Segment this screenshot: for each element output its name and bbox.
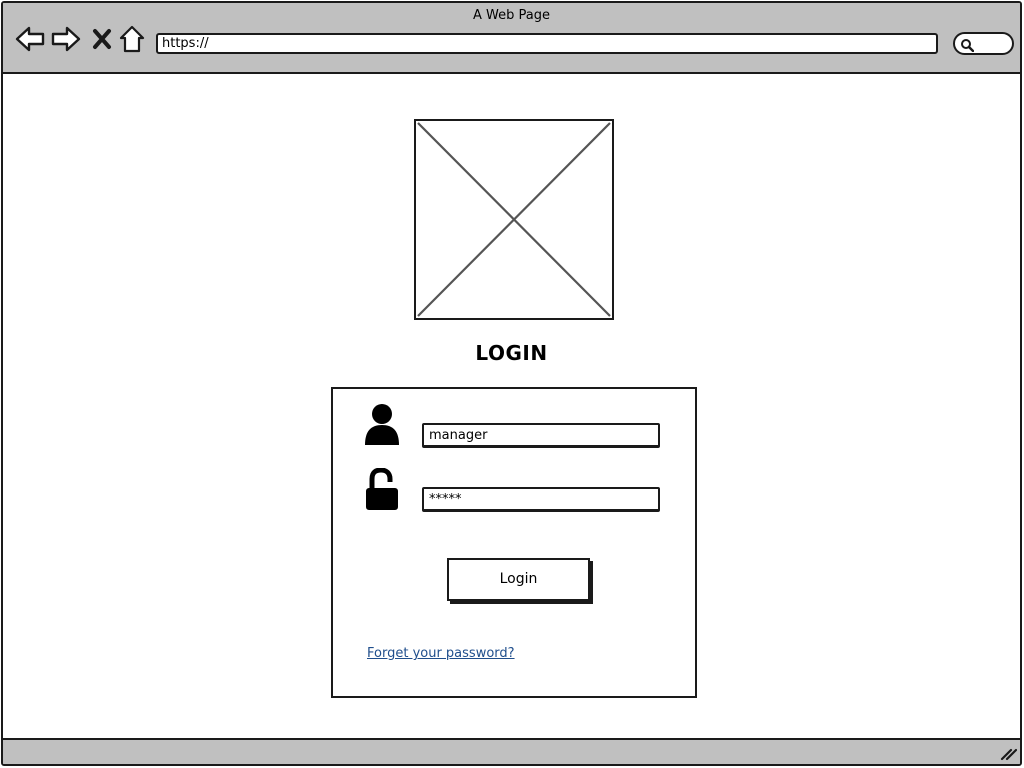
forgot-password-link[interactable]: Forget your password? <box>367 646 515 661</box>
address-bar[interactable]: https:// <box>156 33 938 54</box>
stop-button[interactable] <box>86 23 118 55</box>
forward-button[interactable] <box>50 23 82 55</box>
search-icon <box>961 39 974 52</box>
arrow-left-icon <box>15 26 45 52</box>
status-bar <box>3 738 1020 764</box>
home-button[interactable] <box>116 23 148 55</box>
login-button[interactable]: Login <box>447 558 590 601</box>
username-input[interactable]: manager <box>422 423 660 448</box>
user-icon <box>363 403 401 451</box>
back-button[interactable] <box>14 23 46 55</box>
window-title: A Web Page <box>473 8 550 23</box>
image-placeholder-icon <box>417 122 611 317</box>
arrow-right-icon <box>51 26 81 52</box>
resize-grip-icon[interactable] <box>999 745 1017 761</box>
unlock-icon <box>364 467 400 516</box>
password-input[interactable]: ***** <box>422 487 660 512</box>
close-icon <box>93 29 111 49</box>
page-title: LOGIN <box>475 341 548 365</box>
login-form: manager ***** Login Forget your password… <box>331 387 697 698</box>
browser-toolbar: A Web Page https:// <box>3 3 1020 74</box>
home-icon <box>119 25 145 53</box>
browser-window: A Web Page https:// LOGIN manager ***** … <box>1 1 1022 766</box>
logo-image-placeholder <box>414 119 614 320</box>
browser-search-field[interactable] <box>953 32 1014 55</box>
